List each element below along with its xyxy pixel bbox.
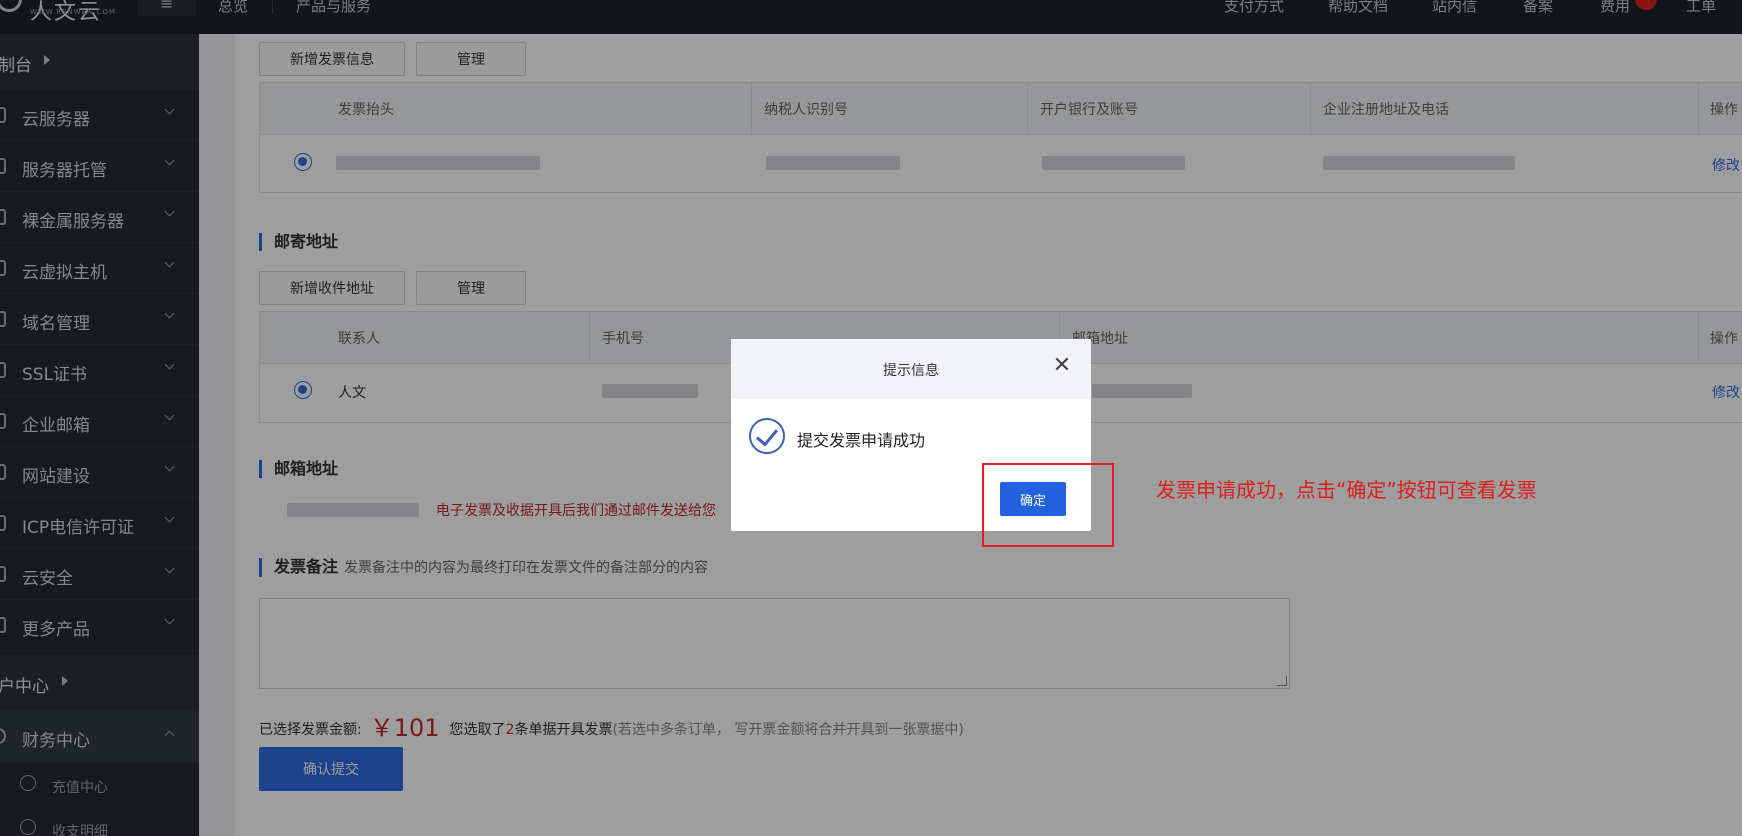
- dialog-message: 提交发票申请成功: [797, 431, 926, 450]
- success-check-icon: [749, 418, 785, 454]
- close-icon[interactable]: ✕: [1049, 353, 1075, 379]
- dialog-title: 提示信息: [883, 363, 939, 379]
- annotation-callout: 发票申请成功，点击“确定”按钮可查看发票: [1156, 478, 1537, 502]
- annotation-highlight-box: [982, 463, 1114, 547]
- dialog-header: 提示信息 ✕: [731, 339, 1091, 399]
